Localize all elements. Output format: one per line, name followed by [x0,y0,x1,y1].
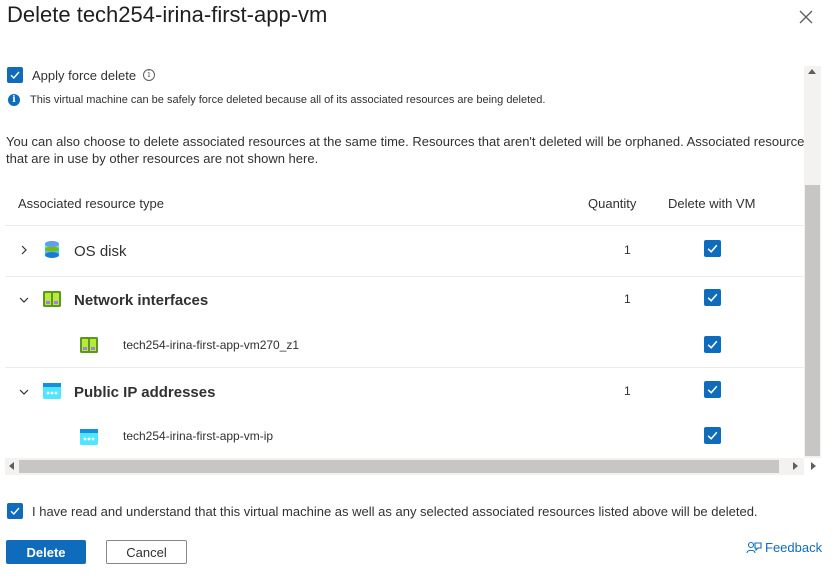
scroll-up-arrow-icon[interactable] [808,69,816,74]
chevron-down-icon[interactable] [18,294,30,306]
info-icon[interactable]: i [143,69,155,81]
header-divider [5,225,804,226]
row-divider [5,276,804,277]
network-interface-icon [80,337,98,353]
force-delete-checkbox[interactable] [7,67,23,83]
chevron-down-icon[interactable] [18,386,30,398]
group-label-os-disk: OS disk [74,243,127,260]
group-label-public-ip: Public IP addresses [74,384,216,401]
resources-scroll-area[interactable] [5,66,821,475]
child-label-nic: tech254-irina-first-app-vm270_z1 [123,338,300,352]
feedback-link[interactable]: Feedback [746,540,822,555]
close-icon[interactable] [796,7,816,27]
description-line-2: that are in use by other resources are n… [6,151,319,166]
network-interface-icon [43,291,61,307]
column-header-quantity: Quantity [588,196,637,211]
force-delete-info-text: This virtual machine can be safely force… [30,94,546,106]
feedback-label: Feedback [765,540,823,555]
cancel-button[interactable]: Cancel [106,540,187,564]
delete-button[interactable]: Delete [6,540,86,564]
confirm-label: I have read and understand that this vir… [32,504,758,519]
group-quantity-public-ip: 1 [624,384,631,398]
confirm-checkbox[interactable] [7,503,23,519]
info-filled-icon: i [8,94,20,106]
scroll-left-arrow-icon[interactable] [9,462,14,470]
dialog-title: Delete tech254-irina-first-app-vm [7,2,328,27]
delete-checkbox-os-disk[interactable] [704,240,721,257]
public-ip-icon [80,429,98,445]
force-delete-label: Apply force delete [32,68,137,83]
chevron-right-icon[interactable] [18,244,30,256]
column-header-delete: Delete with VM [668,196,756,211]
row-divider [5,367,804,368]
column-header-type: Associated resource type [18,196,164,211]
scroll-right-arrow-icon[interactable] [811,462,816,470]
vertical-scroll-thumb[interactable] [805,185,820,456]
group-label-network-interfaces: Network interfaces [74,292,209,309]
delete-checkbox-nic[interactable] [704,336,721,353]
disk-icon [45,241,59,258]
delete-checkbox-public-ip-child[interactable] [704,427,721,444]
public-ip-icon [43,383,61,399]
group-quantity-network-interfaces: 1 [624,292,631,306]
delete-checkbox-network-interfaces[interactable] [704,289,721,306]
description-line-1: You can also choose to delete associated… [6,134,811,149]
feedback-icon [746,541,762,554]
group-quantity-os-disk: 1 [624,243,631,257]
horizontal-scroll-thumb[interactable] [19,460,779,473]
delete-checkbox-public-ip[interactable] [704,381,721,398]
child-label-public-ip: tech254-irina-first-app-vm-ip [123,429,274,443]
scroll-right-arrow-icon[interactable] [793,462,798,470]
